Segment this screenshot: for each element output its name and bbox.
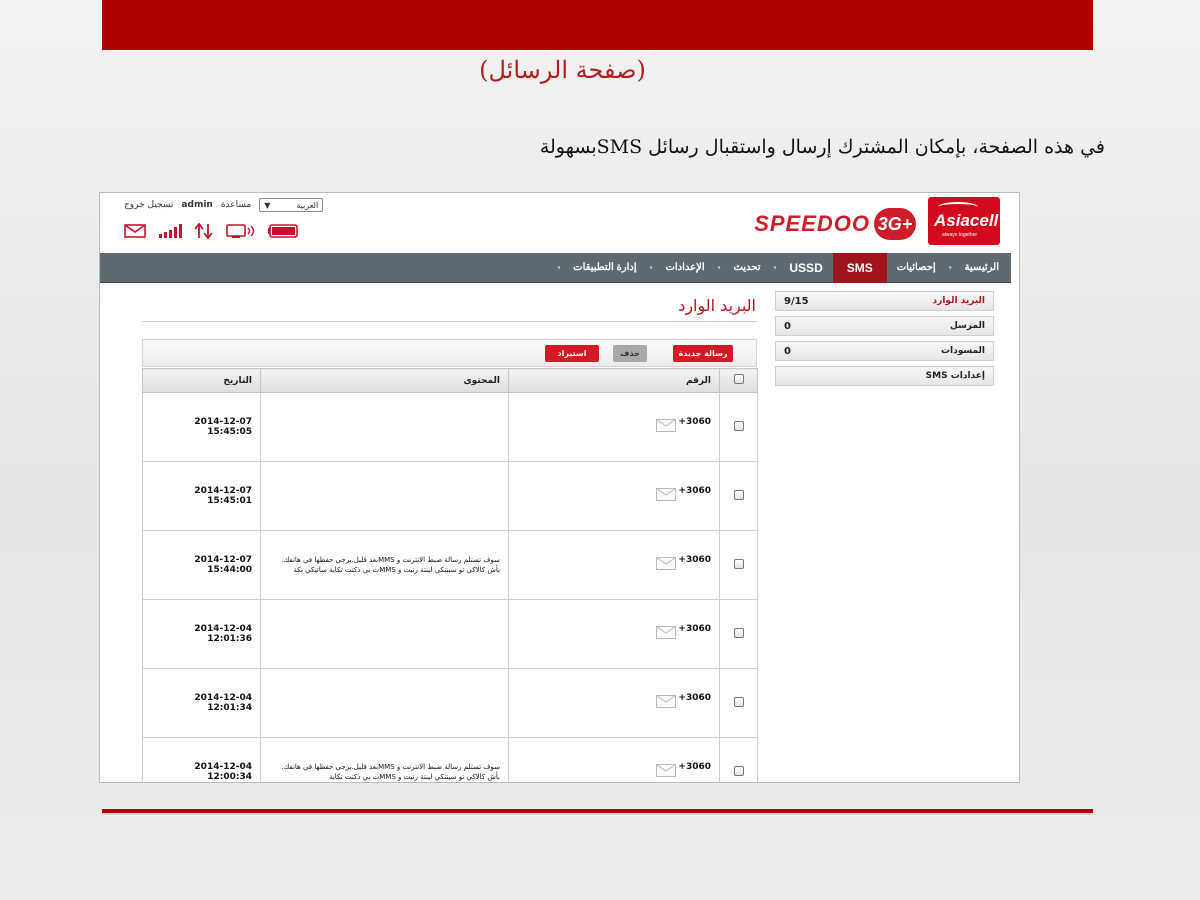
table-row[interactable]: 2014-12-07 15:44:00 سوف تستلم رسالة ضبط ا… [142, 530, 758, 600]
row-checkbox[interactable] [733, 696, 744, 707]
row-select-cell [719, 530, 758, 600]
nav-statistics[interactable]: إحصائيات [887, 253, 946, 283]
row-checkbox[interactable] [733, 420, 744, 431]
top-links: تسجيل خروج admin مساعدة ▼ العربية [124, 198, 324, 212]
row-checkbox[interactable] [733, 765, 744, 776]
asiacell-logo: Asiacell always together [928, 197, 1000, 245]
message-number-cell: +3060 [508, 530, 720, 600]
page-title: البريد الوارد [678, 296, 756, 315]
row-select-cell [719, 599, 758, 669]
sidebar-item-sms-settings[interactable]: إعدادات SMS [775, 366, 994, 386]
table-row[interactable]: 2014-12-07 15:45:05 +3060 [142, 392, 758, 462]
sms-sidebar: البريد الوارد 9/15 المرسل 0 المسودات 0 إ… [775, 291, 994, 391]
slide-description: في هذه الصفحة، بإمكان المشترك إرسال واست… [539, 136, 1105, 158]
status-icons [124, 223, 298, 239]
nav-sms[interactable]: SMS [832, 253, 887, 283]
slide-header-bar [102, 0, 1093, 50]
table-row[interactable]: 2014-12-07 15:45:01 +3060 [142, 461, 758, 531]
envelope-icon [656, 695, 677, 708]
data-transfer-icon [194, 223, 214, 239]
signal-icon [158, 224, 182, 238]
select-all-cell [719, 368, 758, 393]
message-number-cell: +3060 [508, 461, 720, 531]
import-button[interactable]: استيراد [545, 345, 599, 362]
message-date: 2014-12-04 12:00:34 [142, 737, 261, 782]
message-number-cell: +3060 [508, 737, 720, 782]
row-checkbox[interactable] [733, 627, 744, 638]
nav-app-management[interactable]: إدارة التطبيقات [563, 253, 646, 283]
row-select-cell [719, 392, 758, 462]
column-header-date[interactable]: التاريخ [142, 368, 261, 393]
message-number-cell: +3060 [508, 668, 720, 738]
envelope-icon [656, 764, 677, 777]
message-number: +3060 [678, 554, 711, 565]
message-number-cell: +3060 [508, 392, 720, 462]
message-content [260, 392, 509, 462]
message-date: 2014-12-07 15:44:00 [142, 530, 261, 600]
message-content: سوف تستلم رسالة ضبط الانترنت و MMSبعد قل… [260, 737, 509, 782]
slide-title: (صفحة الرسائل) [479, 56, 646, 84]
row-checkbox[interactable] [733, 489, 744, 500]
message-date: 2014-12-04 12:01:36 [142, 599, 261, 669]
message-date: 2014-12-07 15:45:05 [142, 392, 261, 462]
envelope-icon [656, 557, 677, 570]
message-content [260, 668, 509, 738]
slide-footer-shadow [102, 813, 1093, 815]
help-link[interactable]: مساعدة [221, 200, 251, 210]
column-header-number[interactable]: الرقم [508, 368, 720, 393]
sidebar-item-inbox[interactable]: البريد الوارد 9/15 [775, 291, 994, 311]
envelope-icon [656, 488, 677, 501]
column-header-content[interactable]: المحتوى [260, 368, 509, 393]
wifi-device-icon [226, 223, 256, 239]
envelope-icon [656, 626, 677, 639]
message-content [260, 599, 509, 669]
row-select-cell [719, 668, 758, 738]
message-number: +3060 [678, 692, 711, 703]
router-web-ui: تسجيل خروج admin مساعدة ▼ العربية SPEEDO… [99, 192, 1020, 783]
message-number: +3060 [678, 623, 711, 634]
table-row[interactable]: 2014-12-04 12:01:36 +3060 [142, 599, 758, 669]
message-content: سوف تستلم رسالة ضبط الانترنت و MMSبعد قل… [260, 530, 509, 600]
language-select[interactable]: ▼ العربية [259, 198, 324, 212]
message-number: +3060 [678, 485, 711, 496]
user-name: admin [181, 200, 213, 210]
message-date: 2014-12-07 15:45:01 [142, 461, 261, 531]
message-content [260, 461, 509, 531]
logout-link[interactable]: تسجيل خروج [124, 200, 173, 210]
nav-update[interactable]: تحديث [723, 253, 770, 283]
envelope-icon [656, 419, 677, 432]
delete-button[interactable]: حذف [613, 345, 647, 362]
nav-home[interactable]: الرئيسية [955, 253, 1009, 283]
divider [142, 321, 757, 322]
table-row[interactable]: 2014-12-04 12:01:34 +3060 [142, 668, 758, 738]
speedoo-logo: SPEEDOO 3G+ [754, 207, 916, 241]
new-message-button[interactable]: رسالة جديدة [673, 345, 733, 362]
battery-icon [268, 224, 298, 238]
row-select-cell [719, 461, 758, 531]
table-row[interactable]: 2014-12-04 12:00:34 سوف تستلم رسالة ضبط ا… [142, 737, 758, 782]
message-number: +3060 [678, 416, 711, 427]
sidebar-item-sent[interactable]: المرسل 0 [775, 316, 994, 336]
chevron-down-icon: ▼ [264, 200, 271, 210]
mail-icon[interactable] [124, 224, 146, 238]
message-date: 2014-12-04 12:01:34 [142, 668, 261, 738]
inbox-toolbar: رسالة جديدة حذف استيراد [142, 339, 757, 367]
inbox-table: التاريخ المحتوى الرقم 2014-12-07 15:45:0… [142, 368, 758, 782]
message-number: +3060 [678, 761, 711, 772]
sidebar-item-drafts[interactable]: المسودات 0 [775, 341, 994, 361]
select-all-checkbox[interactable] [733, 374, 744, 384]
nav-settings[interactable]: الإعدادات [655, 253, 714, 283]
row-select-cell [719, 737, 758, 782]
message-number-cell: +3060 [508, 599, 720, 669]
main-nav: الرئيسية ▪ إحصائيات SMS USSD ▪ تحديث ▪ ا… [100, 253, 1011, 283]
nav-ussd[interactable]: USSD [779, 253, 832, 283]
row-checkbox[interactable] [733, 558, 744, 569]
language-value: العربية [296, 200, 319, 210]
header: تسجيل خروج admin مساعدة ▼ العربية SPEEDO… [100, 193, 1019, 253]
